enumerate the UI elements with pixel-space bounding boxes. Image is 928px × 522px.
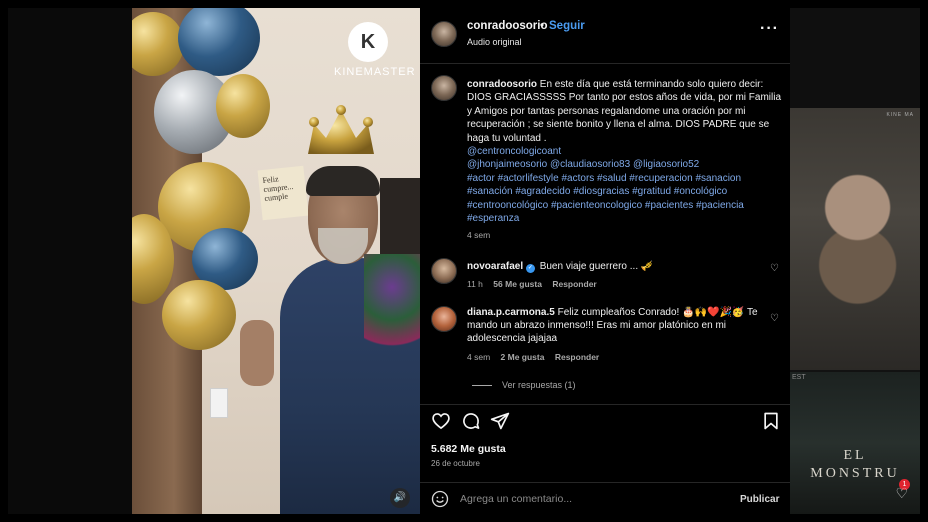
- publish-button[interactable]: Publicar: [740, 494, 779, 505]
- post-header: conradoosorio • Seguir Audio original ··…: [420, 8, 790, 64]
- caption-timestamp[interactable]: 4 sem: [467, 229, 785, 242]
- caption-hashtags[interactable]: #actor #actorlifestyle #actors #salud #r…: [467, 173, 744, 224]
- share-send-icon[interactable]: [490, 411, 510, 431]
- comment-username[interactable]: diana.p.carmona.5: [467, 307, 555, 318]
- balloon-gold: [216, 74, 270, 138]
- comment-item: novoarafael ✓ Buen viaje guerrero ... 🎺 …: [467, 260, 767, 291]
- comment-username[interactable]: novoarafael: [467, 261, 523, 272]
- caption-author-avatar[interactable]: [431, 75, 457, 101]
- post-media-photo[interactable]: Feliz cumpre... cumple K KINEMASTER 🔊: [132, 8, 420, 514]
- save-bookmark-icon[interactable]: [761, 411, 781, 431]
- party-tinsel: [364, 254, 420, 364]
- reply-button[interactable]: Responder: [555, 352, 599, 362]
- feed-portrait-image: KINE MA: [790, 108, 920, 370]
- more-horizontal-icon[interactable]: ···: [760, 20, 779, 38]
- feed-poster-image: EST EL MONSTRU 1 ♡: [790, 372, 920, 514]
- like-count[interactable]: 5.682 Me gusta: [431, 443, 506, 455]
- comment-composer: Publicar: [420, 482, 790, 514]
- kinemaster-watermark: KINEMASTER: [334, 66, 416, 78]
- comment-meta: 4 sem 2 Me gusta Responder: [467, 351, 767, 364]
- poster-title-line-1: EL: [843, 448, 867, 463]
- screen: KINE MA EST EL MONSTRU 1 ♡ Feliz cumpre.…: [0, 0, 928, 522]
- comment-text: Buen viaje guerrero ... 🎺: [539, 261, 654, 272]
- background-feed: KINE MA EST EL MONSTRU 1 ♡: [790, 8, 920, 514]
- post-actions: 5.682 Me gusta 26 de octubre: [420, 404, 790, 486]
- comment-meta: 11 h 56 Me gusta Responder: [467, 278, 767, 291]
- balloon-gold: [162, 280, 236, 350]
- light-switch: [210, 388, 228, 418]
- handwritten-note: Feliz cumpre... cumple: [257, 165, 309, 221]
- view-replies-button[interactable]: Ver respuestas (1): [472, 380, 576, 390]
- separator-dot: •: [540, 20, 545, 32]
- author-username[interactable]: conradoosorio: [467, 20, 548, 32]
- post-detail-panel: conradoosorio • Seguir Audio original ··…: [420, 8, 790, 514]
- comment-input[interactable]: [460, 489, 730, 509]
- comment-time[interactable]: 4 sem: [467, 352, 490, 362]
- comment-like-heart-icon[interactable]: ♡: [770, 313, 779, 324]
- comment-avatar[interactable]: [431, 306, 457, 332]
- caption-username[interactable]: conradoosorio: [467, 79, 537, 90]
- comment-item: diana.p.carmona.5 Feliz cumpleaños Conra…: [467, 306, 767, 364]
- caption-mention-link[interactable]: @centroncologicoant: [467, 146, 561, 157]
- view-replies-label: Ver respuestas (1): [502, 380, 576, 390]
- comment-like-heart-icon[interactable]: ♡: [770, 263, 779, 274]
- follow-button[interactable]: Seguir: [549, 20, 585, 32]
- comment-bubble-icon[interactable]: [461, 411, 481, 431]
- comment-time[interactable]: 11 h: [467, 279, 483, 289]
- balloon-blue: [178, 8, 260, 76]
- like-heart-icon[interactable]: [431, 411, 451, 431]
- kinemaster-logo-icon: K: [348, 22, 388, 62]
- verified-badge-icon: ✓: [525, 264, 535, 273]
- poster-tag: EST: [792, 374, 806, 381]
- caption-mentions[interactable]: @jhonjaimeosorio @claudiaosorio83 @ligia…: [467, 159, 699, 170]
- notifications-heart-icon[interactable]: ♡: [895, 485, 908, 502]
- comment-likes[interactable]: 2 Me gusta: [501, 352, 545, 362]
- replies-divider: [472, 385, 492, 387]
- post-date: 26 de octubre: [431, 459, 480, 468]
- feed-top: [790, 8, 920, 108]
- comment-avatar[interactable]: [431, 258, 457, 284]
- person-hair: [306, 166, 380, 196]
- author-avatar[interactable]: [431, 21, 457, 47]
- emoji-smiley-icon[interactable]: [431, 490, 449, 508]
- peace-sign-hand: [240, 320, 274, 386]
- reply-button[interactable]: Responder: [552, 279, 596, 289]
- comment-likes[interactable]: 56 Me gusta: [493, 279, 542, 289]
- backdrop-left: [8, 8, 132, 514]
- crown-balloon: [308, 105, 374, 154]
- speaker-icon[interactable]: 🔊: [390, 488, 410, 508]
- post-caption: conradoosorio En este día que está termi…: [467, 78, 785, 243]
- audio-label[interactable]: Audio original: [467, 37, 522, 47]
- portrait-watermark: KINE MA: [886, 112, 914, 118]
